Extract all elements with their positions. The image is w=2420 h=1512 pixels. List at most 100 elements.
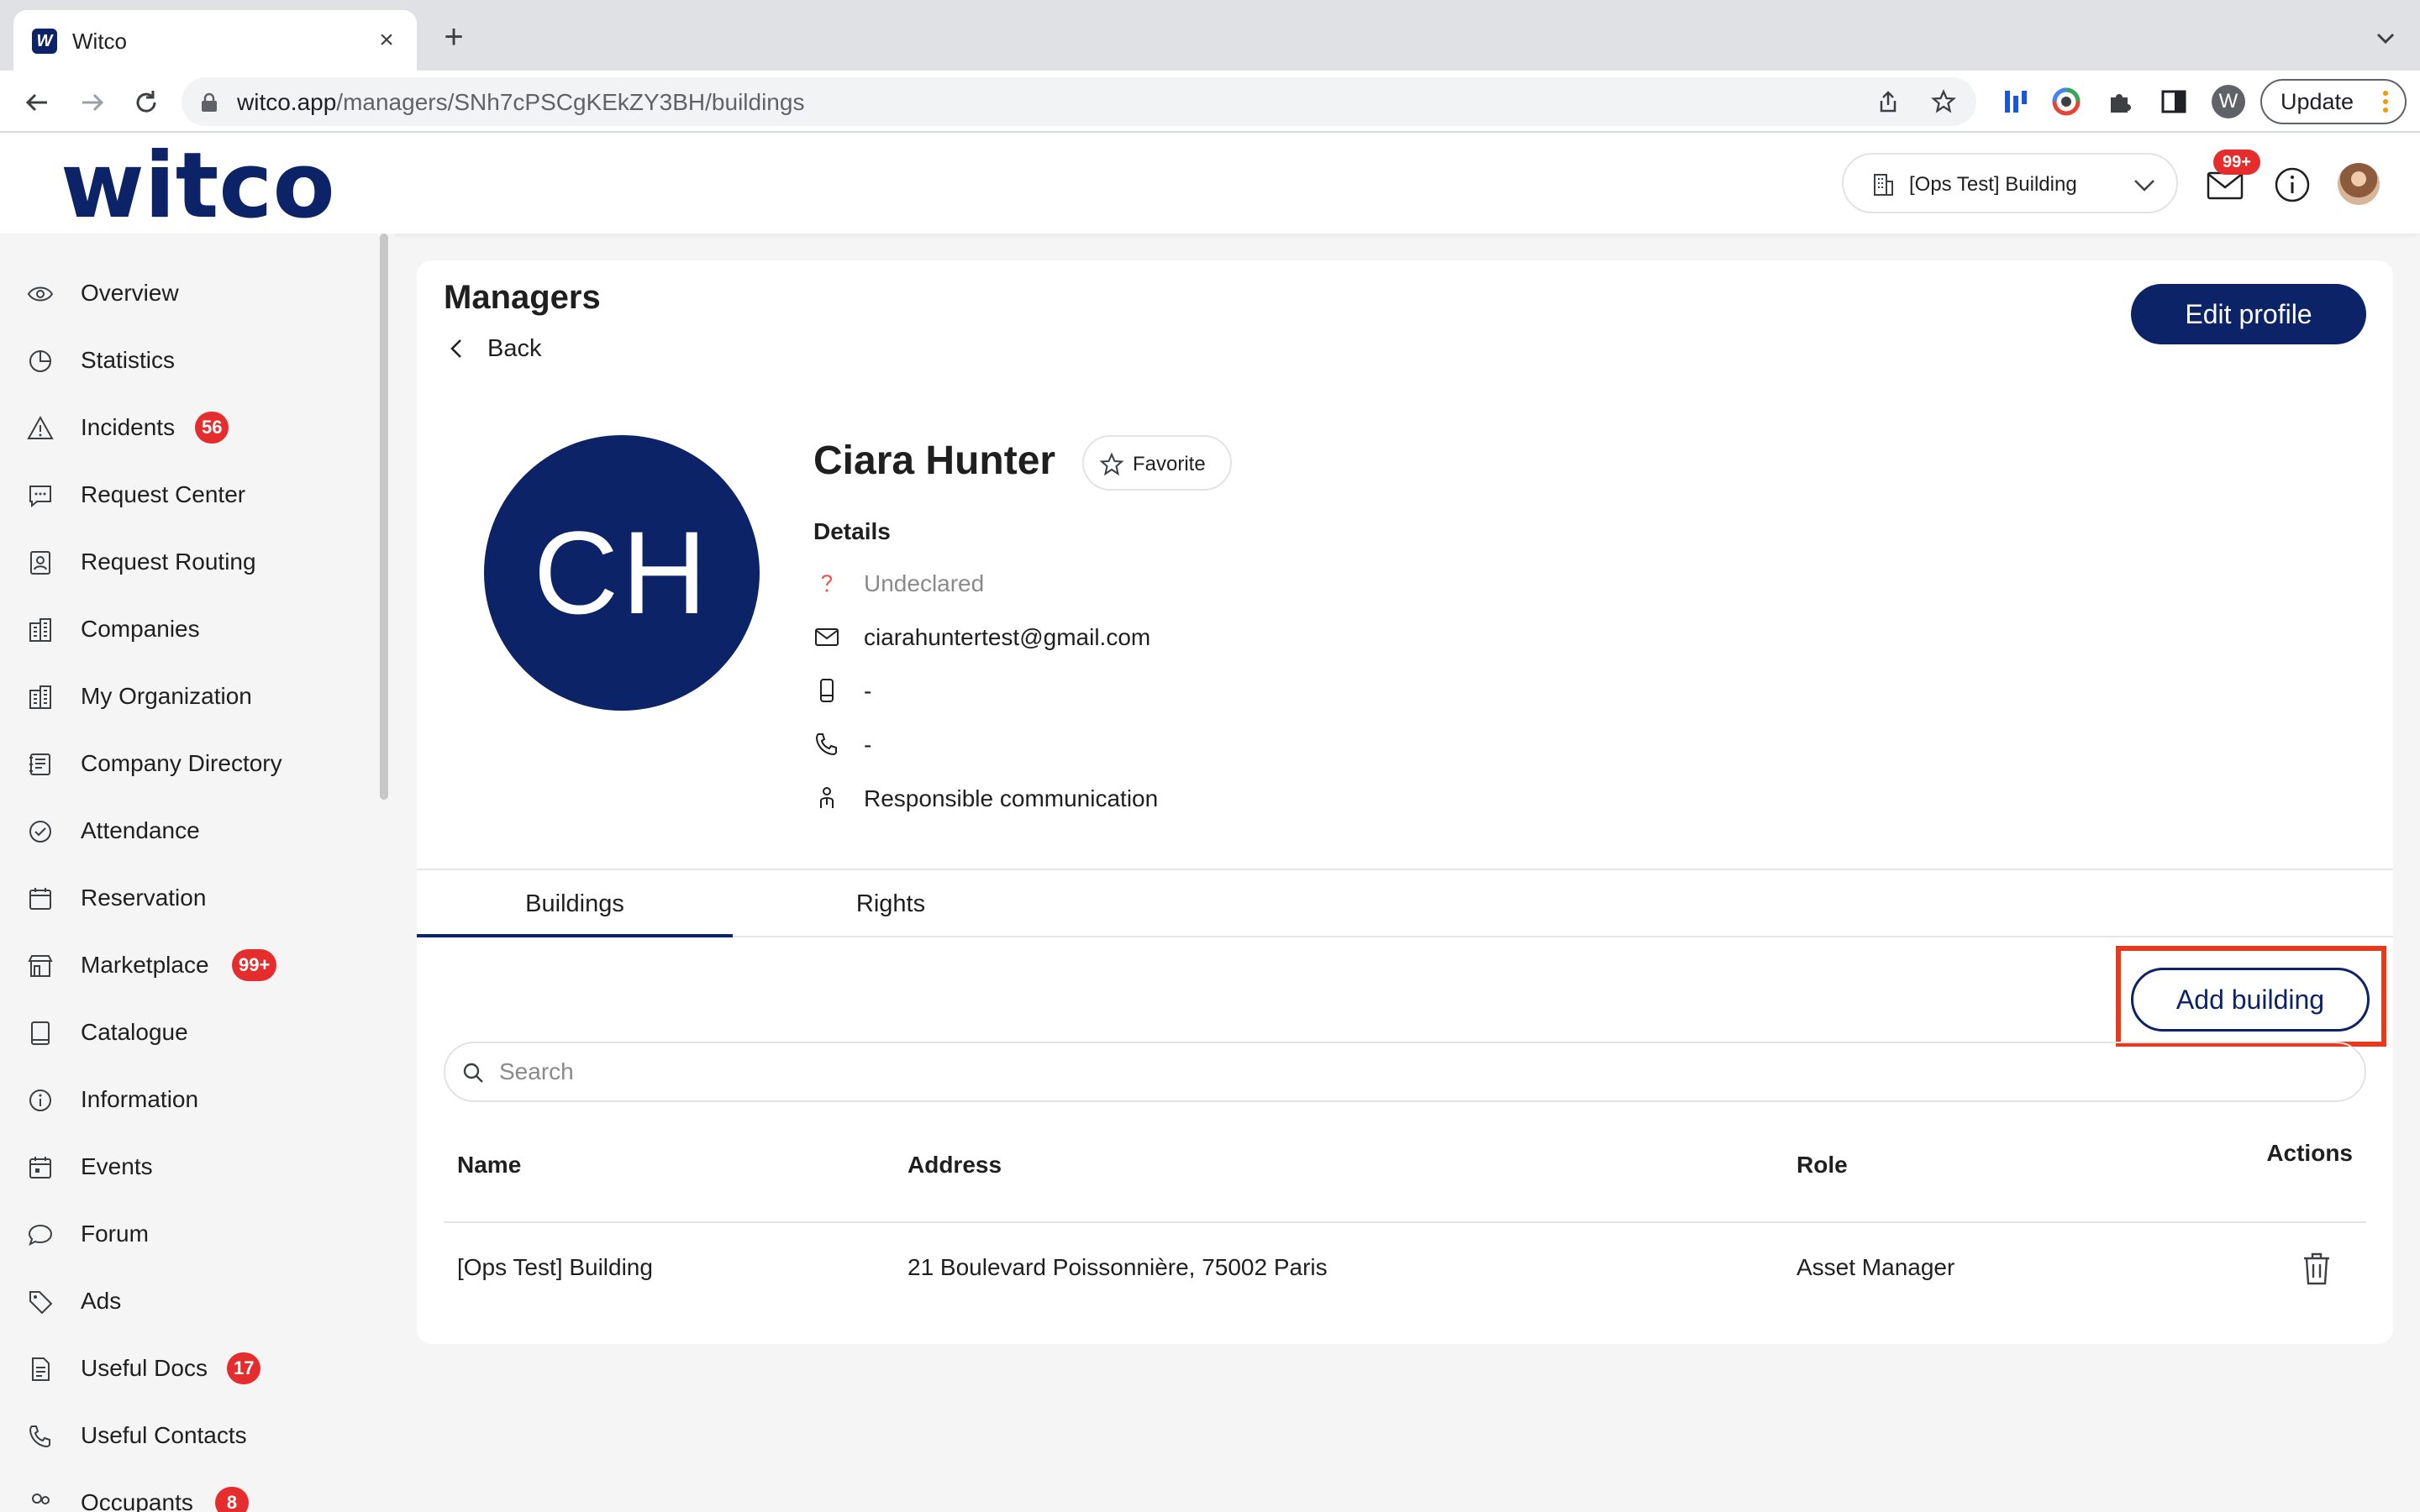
sidebar-item-label: Reservation	[81, 885, 207, 911]
phone-icon	[815, 733, 837, 756]
browser-update-button[interactable]: Update	[2260, 79, 2407, 124]
sidebar-item-label: Overview	[81, 280, 179, 306]
role-value: Responsible communication	[864, 785, 1159, 811]
sidebar-item-my-organization[interactable]: My Organization	[0, 670, 370, 721]
detail-phone: -	[813, 727, 1570, 761]
chat-icon	[29, 486, 51, 508]
tab-buildings[interactable]: Buildings	[417, 870, 733, 937]
search-input[interactable]	[499, 1053, 2331, 1090]
browser-profile-avatar[interactable]: W	[2212, 85, 2245, 118]
browser-tabstrip: W Witco × +	[0, 0, 2420, 71]
event-icon	[29, 1157, 51, 1179]
favorite-button[interactable]: Favorite	[1082, 435, 1232, 491]
sidebar-item-ads[interactable]: Ads	[0, 1275, 370, 1326]
gender-value: Undeclared	[864, 570, 985, 596]
trash-icon[interactable]	[2299, 1250, 2334, 1287]
sidebar-item-incidents[interactable]: Incidents 56	[0, 402, 370, 452]
detail-email: ciarahuntertest@gmail.com	[813, 620, 1570, 654]
profile-tabs: Buildings Rights	[417, 869, 2393, 937]
add-building-button[interactable]: Add building	[2131, 968, 2370, 1032]
back-arrow-icon[interactable]	[20, 86, 54, 119]
sidebar-item-events[interactable]: Events	[0, 1141, 370, 1191]
user-avatar[interactable]	[2338, 163, 2380, 205]
sidebar-item-attendance[interactable]: Attendance	[0, 805, 370, 855]
sidebar-item-label: Incidents	[81, 414, 176, 440]
close-tab-icon[interactable]: ×	[373, 27, 400, 54]
table-divider	[444, 1221, 2366, 1223]
building-selector-value: [Ops Test] Building	[1909, 173, 2077, 196]
column-header-address: Address	[908, 1152, 1002, 1178]
color-picker-extension-icon[interactable]	[2052, 87, 2081, 116]
tab-search-chevron-icon[interactable]	[2373, 25, 2398, 50]
chevron-down-icon	[2134, 180, 2154, 192]
useful-docs-badge: 17	[227, 1352, 261, 1384]
info-icon[interactable]	[2274, 166, 2311, 203]
reload-icon[interactable]	[129, 86, 163, 119]
bookmark-star-icon[interactable]	[1931, 89, 1956, 114]
extensions-puzzle-icon[interactable]	[2106, 87, 2134, 116]
sidebar-item-company-directory[interactable]: Company Directory	[0, 738, 370, 788]
sidebar-item-label: Ads	[81, 1288, 122, 1314]
profile-initials-avatar: CH	[484, 435, 760, 711]
sidebar-item-label: Companies	[81, 616, 200, 642]
sidebar: Overview Statistics Incidents 56 Request…	[0, 234, 395, 1512]
phone-value: -	[864, 732, 872, 758]
extension-bars-icon[interactable]	[2002, 87, 2030, 116]
sidebar-item-label: Information	[81, 1086, 199, 1112]
sidebar-item-label: Useful Contacts	[81, 1422, 247, 1448]
edit-profile-button[interactable]: Edit profile	[2131, 284, 2366, 344]
sidebar-item-useful-docs[interactable]: Useful Docs 17	[0, 1342, 370, 1393]
back-link[interactable]: Back	[447, 328, 581, 370]
sidebar-item-forum[interactable]: Forum	[0, 1208, 370, 1258]
calendar-icon	[29, 888, 51, 910]
tab-rights[interactable]: Rights	[733, 870, 1049, 937]
sidebar-item-marketplace[interactable]: Marketplace 99+	[0, 939, 370, 990]
sidebar-item-request-center[interactable]: Request Center	[0, 469, 370, 519]
sidebar-item-occupants[interactable]: Occupants 8	[0, 1477, 370, 1512]
sidebar-item-label: Marketplace	[81, 952, 209, 978]
sidebar-item-label: Request Center	[81, 481, 246, 507]
new-tab-icon[interactable]: +	[437, 20, 471, 55]
forward-arrow-icon[interactable]	[76, 86, 109, 119]
sidebar-item-statistics[interactable]: Statistics	[0, 334, 370, 385]
browser-tab[interactable]: W Witco ×	[13, 10, 417, 71]
sidebar-item-companies[interactable]: Companies	[0, 603, 370, 654]
speech-bubble-icon	[28, 1224, 53, 1246]
eye-icon	[27, 286, 54, 302]
building-icon	[29, 618, 51, 642]
search-field[interactable]	[444, 1042, 2366, 1102]
sidebar-item-information[interactable]: Information	[0, 1074, 370, 1124]
sidebar-item-label: Useful Docs	[81, 1355, 208, 1381]
side-panel-icon[interactable]	[2160, 87, 2188, 116]
sidebar-item-request-routing[interactable]: Request Routing	[0, 536, 370, 586]
sidebar-item-useful-contacts[interactable]: Useful Contacts	[0, 1410, 370, 1460]
column-header-name: Name	[457, 1152, 522, 1178]
sidebar-item-label: Forum	[81, 1221, 149, 1247]
info-icon	[29, 1089, 51, 1111]
share-icon[interactable]	[1876, 89, 1901, 114]
sidebar-scrollbar[interactable]	[380, 234, 388, 800]
star-icon	[1099, 452, 1124, 476]
update-label: Update	[2281, 89, 2354, 114]
sidebar-item-overview[interactable]: Overview	[0, 267, 370, 318]
mail-badge: 99+	[2213, 150, 2260, 175]
pie-chart-icon	[29, 350, 51, 372]
address-bar[interactable]: witco.app/managers/SNh7cPSCgKEkZY3BH/bui…	[182, 77, 1976, 126]
occupants-badge: 8	[215, 1487, 249, 1512]
search-icon	[463, 1063, 483, 1083]
building-icon	[1874, 174, 1893, 196]
sidebar-item-label: Request Routing	[81, 549, 256, 575]
incidents-badge: 56	[195, 412, 229, 444]
witco-logo[interactable]: witco	[60, 141, 335, 232]
page-title: Managers	[444, 279, 601, 316]
lock-icon	[202, 92, 217, 112]
check-circle-icon	[29, 821, 51, 843]
tag-icon	[29, 1291, 53, 1315]
mail-icon	[815, 628, 839, 646]
email-value: ciarahuntertest@gmail.com	[864, 624, 1151, 650]
sidebar-item-reservation[interactable]: Reservation	[0, 872, 370, 922]
people-icon	[32, 1494, 50, 1504]
building-selector[interactable]: [Ops Test] Building	[1842, 153, 2178, 213]
sidebar-item-catalogue[interactable]: Catalogue	[0, 1006, 370, 1057]
sidebar-item-label: Occupants	[81, 1489, 193, 1512]
